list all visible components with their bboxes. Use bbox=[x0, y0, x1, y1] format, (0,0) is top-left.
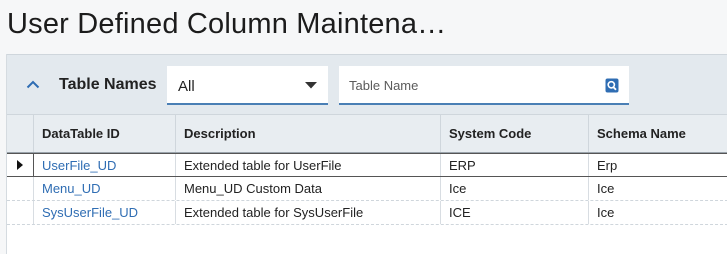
datatable-id-cell[interactable]: Menu_UD bbox=[34, 177, 176, 200]
table-name-input[interactable] bbox=[339, 66, 589, 103]
table-grid: DataTable ID Description System Code Sch… bbox=[7, 115, 727, 225]
schema-name-cell: Erp bbox=[597, 157, 618, 173]
datatable-id-link[interactable]: Menu_UD bbox=[42, 181, 101, 196]
search-icon[interactable] bbox=[603, 76, 621, 94]
column-header-system-code[interactable]: System Code bbox=[441, 115, 589, 152]
system-code-cell: ICE bbox=[441, 201, 589, 224]
row-selector[interactable] bbox=[7, 177, 34, 200]
schema-name-cell: Ice bbox=[597, 205, 615, 220]
datatable-id-cell[interactable]: SysUserFile_UD bbox=[34, 201, 176, 224]
description-cell: Extended table for SysUserFile bbox=[176, 201, 441, 224]
description-cell: Extended table for UserFile bbox=[176, 154, 441, 176]
table-row[interactable]: UserFile_UD Extended table for UserFile … bbox=[7, 153, 727, 177]
description-cell: Menu_UD Custom Data bbox=[176, 177, 441, 200]
grid-header: DataTable ID Description System Code Sch… bbox=[7, 115, 727, 153]
table-filter-value: All bbox=[178, 78, 195, 95]
row-selector[interactable] bbox=[7, 154, 34, 176]
datatable-id-link[interactable]: UserFile_UD bbox=[42, 158, 116, 173]
panel-toolbar: Table Names All bbox=[7, 54, 727, 115]
datatable-id-link[interactable]: SysUserFile_UD bbox=[42, 205, 138, 220]
column-header-description[interactable]: Description bbox=[176, 115, 441, 152]
panel-title: Table Names bbox=[59, 76, 157, 93]
table-filter-select[interactable]: All bbox=[167, 66, 328, 105]
row-selector[interactable] bbox=[7, 201, 34, 224]
schema-name-cell: Ice bbox=[597, 181, 615, 196]
table-names-panel: Table Names All DataTable ID bbox=[6, 54, 727, 254]
collapse-panel-button[interactable] bbox=[23, 75, 43, 95]
column-header-datatable-id[interactable]: DataTable ID bbox=[34, 115, 176, 152]
table-name-search bbox=[339, 66, 629, 105]
chevron-up-icon bbox=[26, 76, 40, 94]
system-code-cell: Ice bbox=[441, 177, 589, 200]
table-row[interactable]: SysUserFile_UD Extended table for SysUse… bbox=[7, 201, 727, 225]
column-header-schema-name[interactable]: Schema Name bbox=[589, 115, 727, 152]
system-code-cell: ERP bbox=[441, 154, 589, 176]
row-selector-header bbox=[7, 115, 34, 152]
current-row-icon bbox=[17, 158, 23, 173]
table-row[interactable]: Menu_UD Menu_UD Custom Data Ice Ice bbox=[7, 177, 727, 201]
caret-down-icon bbox=[304, 78, 318, 92]
datatable-id-cell[interactable]: UserFile_UD bbox=[34, 154, 176, 176]
page-title: User Defined Column Maintena… bbox=[7, 8, 447, 40]
